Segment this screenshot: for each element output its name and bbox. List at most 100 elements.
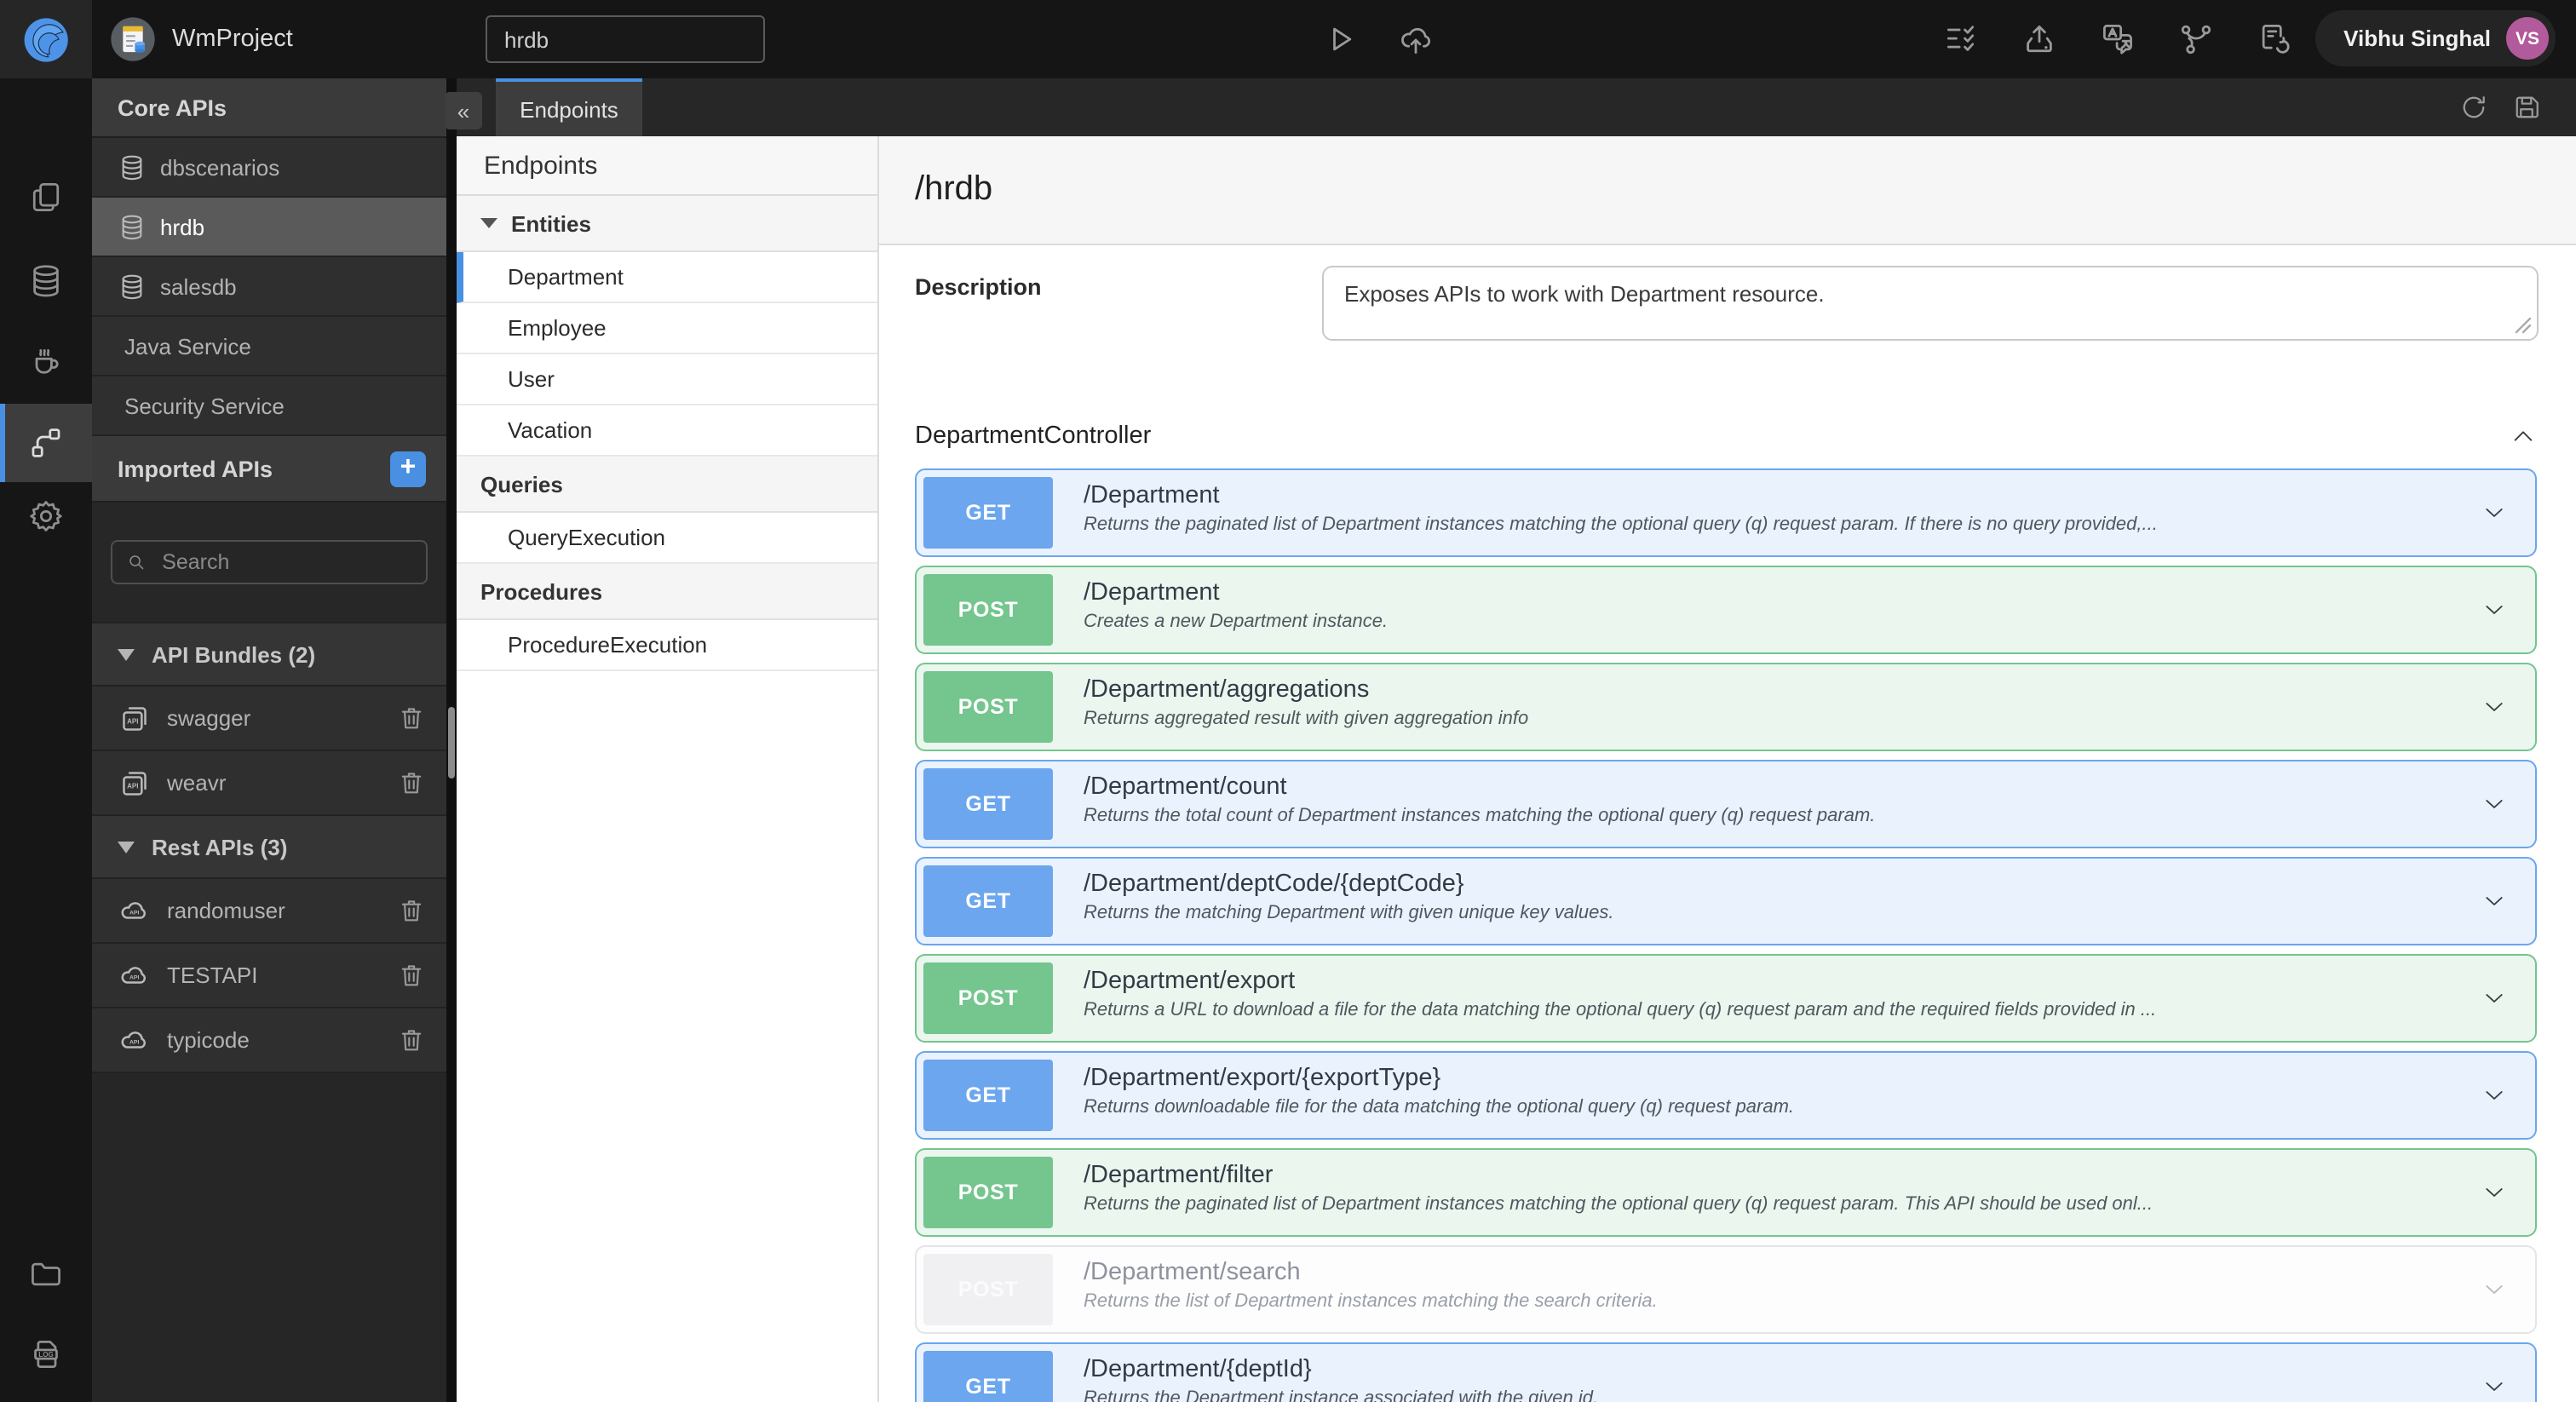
add-imported-api-button[interactable]: + <box>390 451 426 486</box>
endpoint-summary: Returns the matching Department with giv… <box>1084 903 1614 923</box>
version-control-icon[interactable] <box>2177 20 2215 58</box>
tree-item[interactable]: Department <box>457 252 877 303</box>
method-badge: POST <box>923 574 1053 646</box>
api-group-header[interactable]: Rest APIs (3) <box>92 816 446 879</box>
collapse-panel-button[interactable]: « <box>445 92 482 129</box>
api-bundle-icon: API <box>118 701 152 735</box>
svg-text:API: API <box>129 1039 139 1045</box>
refresh-icon[interactable] <box>2458 92 2489 123</box>
rail-item-more[interactable] <box>0 1397 92 1402</box>
core-apis-title: Core APIs <box>118 95 227 120</box>
rail-item-database[interactable] <box>0 244 92 319</box>
core-api-item[interactable]: hrdb <box>92 198 446 257</box>
endpoint-summary: Returns the Department instance associat… <box>1084 1388 1599 1402</box>
chevron-up-icon[interactable] <box>2510 422 2537 450</box>
user-menu[interactable]: Vibhu Singhal VS <box>2314 10 2556 66</box>
tab-endpoints[interactable]: Endpoints <box>496 78 642 136</box>
tree-section-label: Procedures <box>480 578 603 604</box>
trash-icon[interactable] <box>397 896 426 925</box>
endpoint-card[interactable]: POST/Department/export Returns a URL to d… <box>915 954 2537 1043</box>
brand-logo[interactable] <box>0 0 92 78</box>
translate-icon[interactable] <box>2099 20 2136 58</box>
rail-item-pages[interactable] <box>0 160 92 235</box>
trash-icon[interactable] <box>397 704 426 733</box>
imported-api-item[interactable]: API weavr <box>92 751 446 816</box>
imported-api-item[interactable]: API swagger <box>92 687 446 751</box>
endpoint-card[interactable]: GET/Department/count Returns the total co… <box>915 760 2537 848</box>
rail-item-logs[interactable]: LOG <box>0 1317 92 1392</box>
tree-item[interactable]: QueryExecution <box>457 513 877 564</box>
chevron-down-icon[interactable] <box>2481 1373 2508 1400</box>
main-content: /hrdb Description Exposes APIs to work w… <box>879 136 2576 1402</box>
java-service-icon <box>27 342 65 380</box>
core-api-item[interactable]: Java Service <box>92 317 446 376</box>
chevron-down-icon[interactable] <box>2481 596 2508 623</box>
imported-api-item[interactable]: API typicode <box>92 1008 446 1073</box>
chevron-down-icon[interactable] <box>2481 693 2508 721</box>
endpoint-card[interactable]: GET/Department/deptCode/{deptCode} Return… <box>915 857 2537 945</box>
tree-item[interactable]: User <box>457 354 877 405</box>
rail-item-files[interactable] <box>0 1237 92 1312</box>
rail-item-apis[interactable] <box>0 404 92 482</box>
imported-api-item[interactable]: API randomuser <box>92 879 446 944</box>
textarea-resize-grip[interactable] <box>2511 313 2533 336</box>
endpoint-info: /Department Returns the paginated list of… <box>1060 470 2535 555</box>
endpoint-card[interactable]: POST/Department/aggregations Returns aggr… <box>915 663 2537 751</box>
chevron-down-icon[interactable] <box>2481 499 2508 526</box>
endpoint-card[interactable]: GET/Department Returns the paginated list… <box>915 468 2537 557</box>
wave-logo-icon <box>23 17 67 61</box>
project-chip[interactable]: WmProject <box>109 12 293 66</box>
imported-api-item[interactable]: API TESTAPI <box>92 944 446 1008</box>
tree-section-header[interactable]: Queries <box>457 457 877 513</box>
tree-section-header[interactable]: Entities <box>457 196 877 252</box>
tree-item[interactable]: Vacation <box>457 405 877 457</box>
api-bundle-icon: API <box>118 766 152 800</box>
core-api-item[interactable]: salesdb <box>92 257 446 317</box>
endpoint-summary: Returns the paginated list of Department… <box>1084 514 2158 535</box>
endpoint-card[interactable]: POST/Department Creates a new Department … <box>915 566 2537 654</box>
core-api-item[interactable]: dbscenarios <box>92 138 446 198</box>
core-api-item[interactable]: Security Service <box>92 376 446 436</box>
rail-item-java[interactable] <box>0 324 92 399</box>
tree-section-header[interactable]: Procedures <box>457 564 877 620</box>
trash-icon[interactable] <box>397 1026 426 1054</box>
imported-search-box[interactable] <box>111 540 428 584</box>
rail-item-settings[interactable] <box>0 479 92 554</box>
panel-scrollbar-thumb[interactable] <box>448 707 455 779</box>
svg-text:API: API <box>127 717 138 725</box>
chevron-down-icon[interactable] <box>2481 790 2508 818</box>
chevron-down-icon[interactable] <box>2481 1082 2508 1109</box>
imported-search-input[interactable] <box>158 549 412 576</box>
endpoint-info: /Department/deptCode/{deptCode} Returns t… <box>1060 859 2535 944</box>
run-icon[interactable] <box>1320 20 1358 58</box>
chevron-down-icon[interactable] <box>2481 888 2508 915</box>
endpoint-card[interactable]: POST/Department/search Returns the list o… <box>915 1245 2537 1334</box>
trash-icon[interactable] <box>397 768 426 797</box>
core-api-label: salesdb <box>160 273 237 299</box>
svg-text:API: API <box>127 782 138 790</box>
chevron-down-icon[interactable] <box>2481 985 2508 1012</box>
project-name: WmProject <box>172 26 293 53</box>
endpoint-card[interactable]: GET/Department/{deptId} Returns the Depar… <box>915 1342 2537 1402</box>
imported-apis-header: Imported APIs + <box>92 436 446 503</box>
tree-item[interactable]: Employee <box>457 303 877 354</box>
imported-api-label: randomuser <box>167 898 285 923</box>
export-deploy-icon[interactable] <box>2021 20 2058 58</box>
chevron-down-icon[interactable] <box>2481 1276 2508 1303</box>
endpoint-card[interactable]: GET/Department/export/{exportType} Return… <box>915 1051 2537 1140</box>
endpoint-summary: Returns the total count of Department in… <box>1084 806 1876 826</box>
api-group-header[interactable]: API Bundles (2) <box>92 623 446 687</box>
tree-item-label: User <box>508 366 555 392</box>
description-textarea[interactable]: Exposes APIs to work with Department res… <box>1322 266 2539 341</box>
save-icon[interactable] <box>2511 92 2542 123</box>
endpoint-summary: Returns the paginated list of Department… <box>1084 1194 2153 1215</box>
checklist-icon[interactable] <box>1942 20 1980 58</box>
file-sync-icon[interactable] <box>2256 20 2293 58</box>
trash-icon[interactable] <box>397 961 426 990</box>
endpoint-card[interactable]: POST/Department/filter Returns the pagina… <box>915 1148 2537 1237</box>
tree-item[interactable]: ProcedureExecution <box>457 620 877 671</box>
description-label: Description <box>915 274 1042 300</box>
cloud-upload-icon[interactable] <box>1397 20 1435 58</box>
project-search-input[interactable] <box>486 15 765 63</box>
chevron-down-icon[interactable] <box>2481 1179 2508 1206</box>
